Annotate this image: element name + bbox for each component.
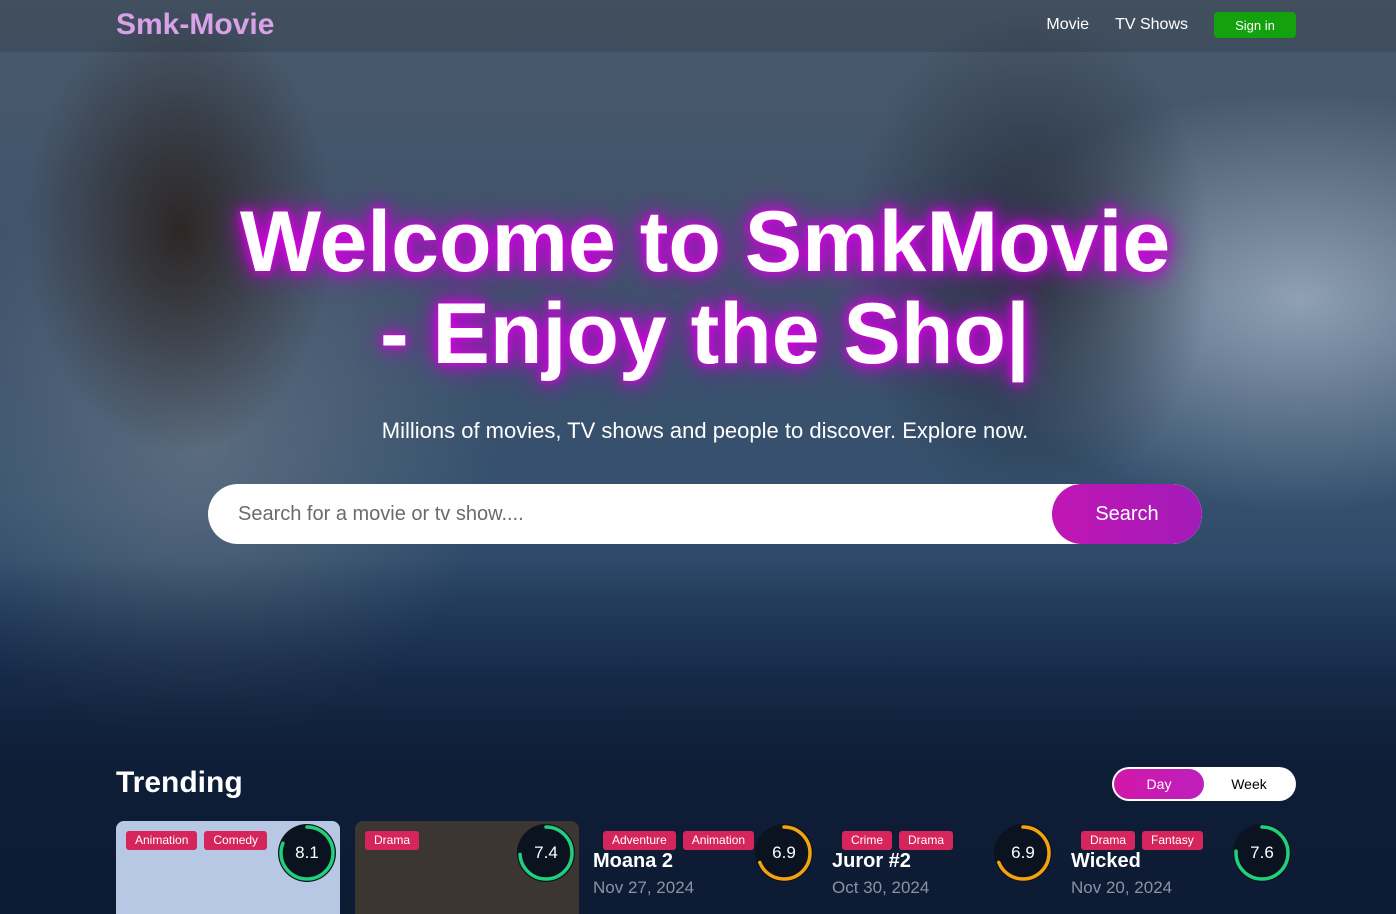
genre-tags: Animation Comedy xyxy=(126,831,274,850)
hero-headline-line2: - Enjoy the Sho| xyxy=(380,286,1030,382)
genre-tags: Drama Fantasy xyxy=(1081,831,1210,850)
genre-tag: Animation xyxy=(682,831,755,850)
genre-tags: Crime Drama xyxy=(842,831,960,850)
genre-tag: Drama xyxy=(365,831,420,850)
genre-tag: Adventure xyxy=(603,831,676,850)
sign-in-button[interactable]: Sign in xyxy=(1214,12,1296,38)
genre-tag: Animation xyxy=(126,831,198,850)
rating-circle: 7.4 xyxy=(517,824,575,882)
movie-card[interactable]: Drama Fantasy 7.6 Wicked Nov 20, 2024 xyxy=(1071,821,1295,914)
movie-card[interactable]: Animation Comedy 8.1 xyxy=(116,821,340,914)
movie-card[interactable]: Drama 7.4 xyxy=(355,821,579,914)
rating-circle: 7.6 xyxy=(1233,824,1291,882)
genre-tag: Drama xyxy=(1081,831,1136,850)
rating-value: 6.9 xyxy=(1011,843,1035,862)
rating-value: 6.9 xyxy=(772,843,796,862)
release-date: Nov 27, 2024 xyxy=(593,878,695,897)
search-input[interactable] xyxy=(208,484,1053,544)
nav-link-tv-shows[interactable]: TV Shows xyxy=(1115,16,1188,34)
header: Smk-Movie Movie TV Shows Sign in xyxy=(0,0,1396,52)
genre-tag: Comedy xyxy=(204,831,268,850)
release-date: Nov 20, 2024 xyxy=(1071,878,1173,897)
top-nav: Movie TV Shows Sign in xyxy=(1046,12,1296,38)
rating-circle: 8.1 xyxy=(278,824,336,882)
hero-headline-line1: Welcome to SmkMovie xyxy=(239,194,1171,290)
movie-title[interactable]: Juror #2 xyxy=(832,850,911,873)
hero-subtitle: Millions of movies, TV shows and people … xyxy=(381,418,1029,443)
genre-tags: Adventure Animation xyxy=(603,831,761,850)
movie-card[interactable]: Crime Drama 6.9 Juror #2 Oct 30, 2024 xyxy=(832,821,1056,914)
rating-value: 7.6 xyxy=(1250,843,1274,862)
genre-tag: Fantasy xyxy=(1142,831,1203,850)
rating-value: 8.1 xyxy=(295,843,319,862)
movie-title[interactable]: Moana 2 xyxy=(593,850,673,873)
search-bar: Search xyxy=(208,484,1202,544)
trending-heading: Trending xyxy=(116,766,243,799)
genre-tags: Drama xyxy=(365,831,426,850)
movie-title[interactable]: Wicked xyxy=(1071,850,1141,873)
search-button[interactable]: Search xyxy=(1052,484,1202,544)
movie-card[interactable]: Adventure Animation 6.9 Moana 2 Nov 27, 2024 xyxy=(593,821,817,914)
toggle-day[interactable]: Day xyxy=(1114,769,1204,799)
hero-headline: Welcome to SmkMovie - Enjoy the Sho| xyxy=(150,196,1260,380)
toggle-week[interactable]: Week xyxy=(1204,769,1294,799)
site-logo[interactable]: Smk-Movie xyxy=(116,8,274,42)
rating-circle: 6.9 xyxy=(755,824,813,882)
rating-value: 7.4 xyxy=(534,843,558,862)
release-date: Oct 30, 2024 xyxy=(832,878,930,897)
rating-circle: 6.9 xyxy=(994,824,1052,882)
genre-tag: Drama xyxy=(899,831,954,850)
nav-link-movie[interactable]: Movie xyxy=(1046,16,1089,34)
genre-tag: Crime xyxy=(842,831,892,850)
trending-period-toggle: Day Week xyxy=(1112,767,1296,801)
